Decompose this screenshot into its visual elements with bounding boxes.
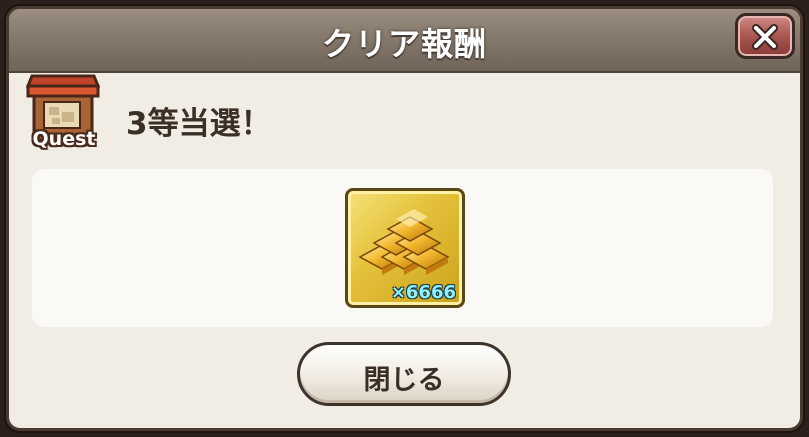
gold-bars-icon	[358, 209, 450, 275]
close-dialog-button[interactable]: 閉じる	[297, 342, 511, 406]
close-dialog-label: 閉じる	[363, 365, 445, 396]
close-button[interactable]	[735, 13, 795, 59]
dialog-title: クリア報酬	[321, 25, 487, 63]
result-text: 3等当選！	[126, 106, 272, 142]
reward-quantity: ×6666	[390, 282, 456, 303]
dialog-titlebar: クリア報酬	[9, 9, 800, 73]
quest-label: Quest	[32, 128, 96, 150]
reward-item[interactable]: ×6666	[345, 188, 465, 308]
close-x-icon	[752, 24, 778, 50]
